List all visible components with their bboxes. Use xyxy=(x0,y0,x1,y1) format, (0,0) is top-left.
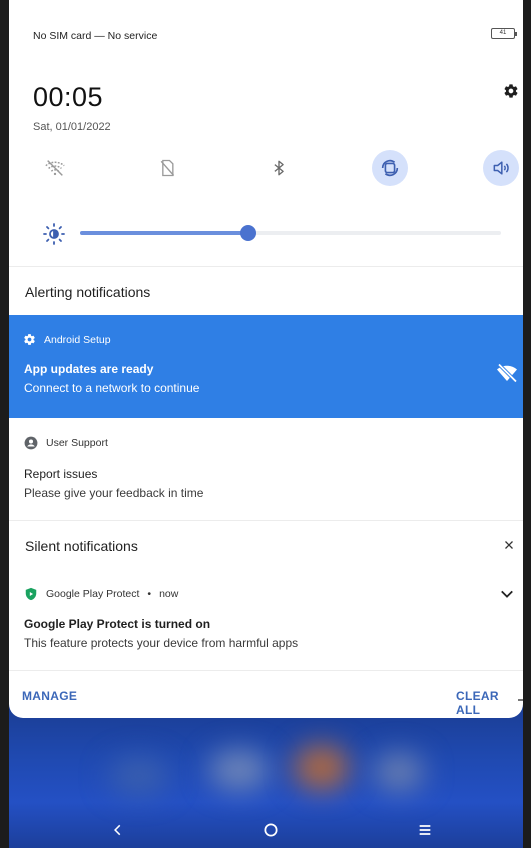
brightness-slider-thumb[interactable] xyxy=(240,225,257,241)
notification-body: Please give your feedback in time xyxy=(24,486,204,500)
notification-app-line: User Support xyxy=(24,436,108,450)
carrier-status: No SIM card — No service xyxy=(33,30,158,42)
silent-section-title: Silent notifications xyxy=(25,538,138,554)
divider xyxy=(9,266,523,267)
notification-app-line: Android Setup xyxy=(23,333,111,346)
notification-app-line: Google Play Protect • now xyxy=(24,587,178,601)
gear-icon[interactable] xyxy=(503,83,519,99)
brightness-icon xyxy=(42,222,66,246)
menu-icon xyxy=(419,825,431,835)
divider xyxy=(9,670,523,671)
device-frame-left xyxy=(0,0,9,848)
wallpaper-blob xyxy=(109,757,169,795)
wifi-off-icon xyxy=(45,160,65,176)
notification-app-name: Google Play Protect xyxy=(46,588,140,600)
scroll-indicator xyxy=(518,699,523,701)
chevron-left-icon xyxy=(114,824,121,836)
divider xyxy=(9,520,523,521)
account-icon xyxy=(24,436,38,450)
gear-icon xyxy=(24,334,35,345)
circle-icon xyxy=(264,823,278,837)
wallpaper-blob xyxy=(374,753,424,791)
notification-title: Google Play Protect is turned on xyxy=(24,617,211,631)
alerting-section-title: Alerting notifications xyxy=(25,284,151,300)
notification-shade: No SIM card — No service 41 00:05 Sat, 0… xyxy=(9,0,523,718)
notification-body: This feature protects your device from h… xyxy=(24,636,299,650)
sound-tile[interactable] xyxy=(483,150,519,186)
wallpaper-blob xyxy=(209,750,269,790)
bluetooth-tile[interactable] xyxy=(261,150,297,186)
notification-app-name: User Support xyxy=(46,437,108,449)
back-button[interactable] xyxy=(106,818,130,842)
brightness-slider-fill xyxy=(80,231,249,235)
notification-user-support[interactable]: User Support Report issues Please give y… xyxy=(9,418,523,520)
close-icon[interactable] xyxy=(502,538,516,552)
brightness-slider[interactable] xyxy=(80,225,501,241)
notification-separator: • xyxy=(147,588,152,600)
wifi-tile[interactable] xyxy=(37,150,73,186)
battery-icon: 41 xyxy=(491,28,517,39)
notification-play-protect[interactable]: Google Play Protect • now Google Play Pr… xyxy=(9,574,523,670)
shield-icon xyxy=(25,587,37,601)
date-text[interactable]: Sat, 01/01/2022 xyxy=(33,121,111,133)
home-button[interactable] xyxy=(259,818,283,842)
clock-time: 00:05 xyxy=(33,82,104,112)
notification-android-setup[interactable]: Android Setup App updates are ready Conn… xyxy=(9,315,523,418)
wifi-off-icon xyxy=(495,361,519,385)
volume-icon xyxy=(493,161,509,175)
wallpaper-blob xyxy=(294,745,349,790)
chevron-down-icon[interactable] xyxy=(498,585,516,603)
manage-button[interactable]: MANAGE xyxy=(22,689,77,703)
notification-app-name: Android Setup xyxy=(44,333,111,346)
mobile-data-tile[interactable] xyxy=(149,150,185,186)
device-frame-right xyxy=(523,0,531,848)
auto-rotate-tile[interactable] xyxy=(372,150,408,186)
notification-body: Connect to a network to continue xyxy=(24,381,200,395)
sim-off-icon xyxy=(160,159,175,177)
notification-title: App updates are ready xyxy=(24,362,154,376)
clear-all-button[interactable]: CLEAR ALL xyxy=(456,689,523,717)
recents-button[interactable] xyxy=(413,818,437,842)
rotate-icon xyxy=(381,159,399,177)
bluetooth-icon xyxy=(274,160,284,176)
notification-time: now xyxy=(159,588,179,600)
notification-title: Report issues xyxy=(24,467,98,481)
